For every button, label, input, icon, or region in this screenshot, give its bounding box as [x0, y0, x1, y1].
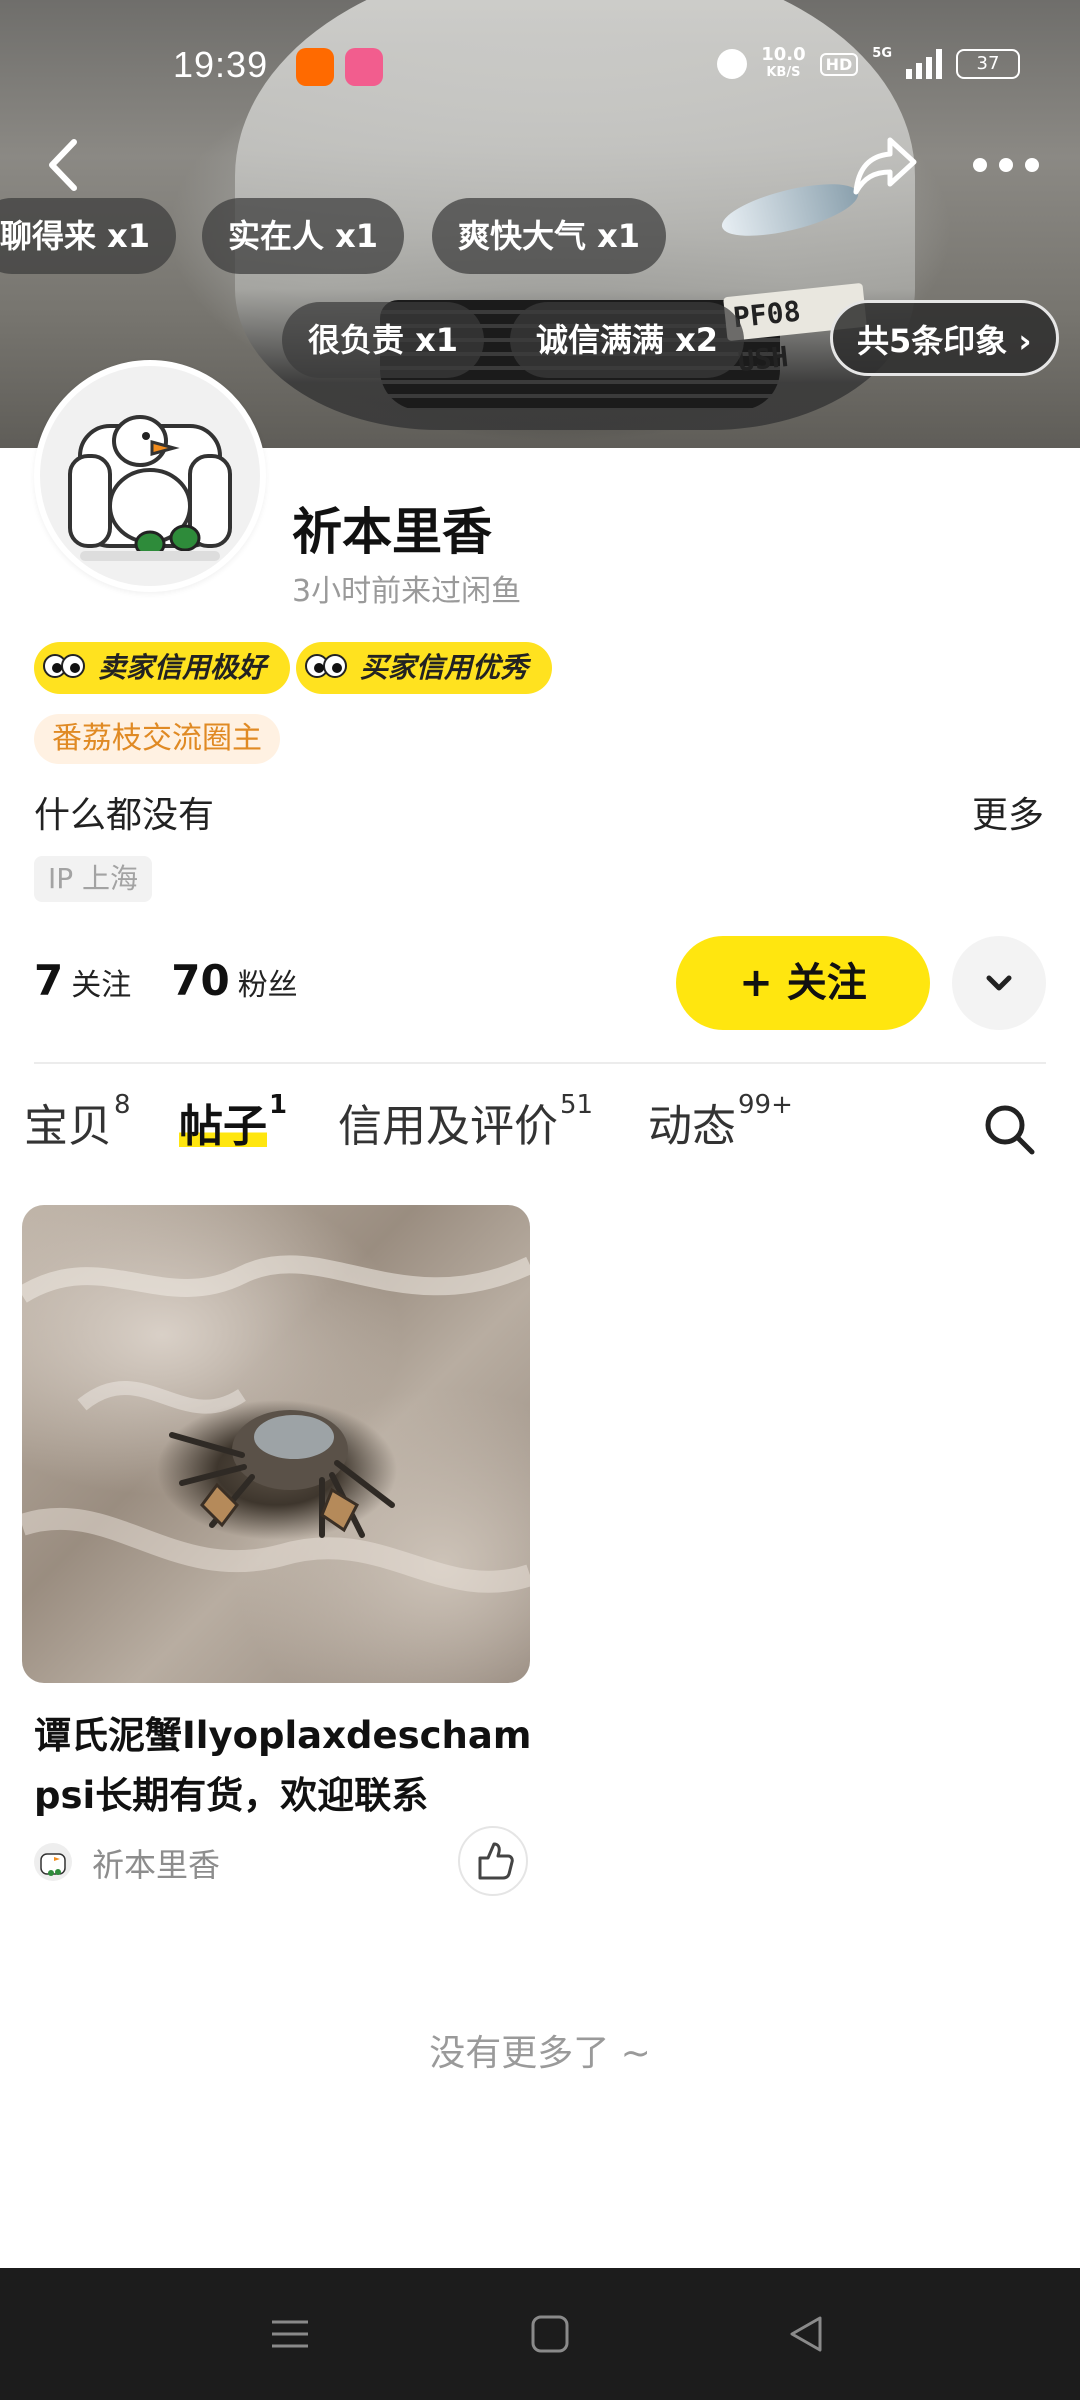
bilibili-notification-icon: [345, 48, 383, 86]
all-impressions-button[interactable]: 共5条印象 ›: [830, 300, 1059, 376]
more-menu-button[interactable]: [966, 145, 1046, 185]
battery-indicator: 37: [956, 49, 1020, 79]
net-speed: 10.0 KB/S: [761, 46, 805, 82]
followers-stat[interactable]: 70 粉丝: [171, 956, 297, 1005]
last-seen-text: 3小时前来过闲鱼: [292, 574, 522, 609]
tab-label: 信用及评价: [338, 1101, 558, 1152]
menu-icon: [272, 2320, 308, 2348]
avatar[interactable]: [34, 360, 266, 592]
no-more-text: 没有更多了 ~: [429, 2033, 651, 2074]
chevron-left-icon: [49, 139, 77, 191]
follow-button[interactable]: + 关注: [676, 936, 930, 1030]
alarm-icon: [717, 49, 748, 79]
profile-username: 祈本里香: [292, 503, 492, 561]
back-nav-button[interactable]: [784, 2312, 828, 2356]
tab-items[interactable]: 宝贝8: [24, 1090, 131, 1154]
tab-count: 8: [114, 1090, 131, 1121]
tab-count: 51: [560, 1090, 594, 1121]
system-navigation-bar: [0, 2268, 1080, 2400]
tab-posts[interactable]: 帖子1: [179, 1090, 287, 1154]
impression-chip[interactable]: 很负责 x1: [282, 302, 485, 378]
net-speed-value: 10.0: [761, 44, 806, 65]
back-triangle-icon: [790, 2316, 822, 2352]
tab-activity[interactable]: 动态99+: [648, 1090, 793, 1154]
circle-owner-tag[interactable]: 番荔枝交流圈主: [34, 714, 280, 764]
post-title[interactable]: 谭氏泥蟹Ilyoplaxdeschampsi长期有货，欢迎联系: [34, 1706, 534, 1826]
back-button[interactable]: [40, 132, 90, 198]
status-bar: 19:39 10.0 KB/S HD 5G 37: [0, 40, 1080, 96]
duck-avatar-icon: [40, 1853, 66, 1876]
profile-tabs: 宝贝8 帖子1 信用及评价51 动态99+: [24, 1090, 1064, 1170]
impression-chip[interactable]: 诚信满满 x2: [510, 302, 745, 378]
follow-stats: 7 关注 70 粉丝: [34, 956, 298, 1005]
home-square-icon: [531, 2315, 569, 2353]
tab-count: 99+: [738, 1090, 793, 1121]
followers-label: 粉丝: [237, 968, 298, 1003]
status-indicators: 10.0 KB/S HD 5G 37: [717, 46, 1020, 82]
buyer-credit-label: 买家信用优秀: [360, 651, 529, 684]
seller-credit-badge[interactable]: 卖家信用极好: [34, 642, 291, 694]
tab-count: 1: [269, 1090, 288, 1121]
menu-nav-button[interactable]: [268, 2312, 312, 2356]
profile-dropdown-button[interactable]: [952, 936, 1046, 1030]
divider: [34, 1062, 1046, 1064]
chevron-down-icon: [986, 975, 1012, 991]
search-button[interactable]: [982, 1102, 1036, 1156]
thumbs-up-icon: [478, 1842, 514, 1880]
impression-chip[interactable]: 爽快大气 x1: [432, 198, 667, 274]
crab-photo: [22, 1255, 530, 1593]
hd-icon: HD: [819, 52, 859, 76]
share-button[interactable]: [850, 132, 920, 198]
network-type: 5G: [872, 46, 892, 61]
post-image[interactable]: [22, 1205, 530, 1683]
signal-icon: [906, 49, 942, 79]
impression-chip[interactable]: 聊得来 x1: [0, 198, 177, 274]
eyes-icon: [43, 654, 85, 678]
share-icon: [853, 137, 917, 195]
impression-chip[interactable]: 实在人 x1: [202, 198, 405, 274]
home-nav-button[interactable]: [528, 2312, 572, 2356]
tab-label: 宝贝: [24, 1101, 112, 1152]
seller-credit-label: 卖家信用极好: [98, 651, 267, 684]
post-author-name: 祈本里香: [92, 1846, 221, 1884]
net-speed-unit: KB/S: [766, 65, 801, 80]
search-icon: [985, 1105, 1035, 1155]
bio-more-link[interactable]: 更多: [972, 786, 1044, 838]
following-count: 7: [34, 956, 64, 1005]
profile-bio: 什么都没有: [34, 795, 215, 836]
following-stat[interactable]: 7 关注: [34, 956, 131, 1005]
duck-avatar-icon: [68, 415, 232, 561]
following-label: 关注: [71, 968, 132, 1003]
like-button[interactable]: [458, 1826, 528, 1896]
post-author-avatar: [34, 1843, 72, 1881]
ip-location-tag: IP 上海: [34, 856, 153, 902]
tab-label: 动态: [648, 1101, 736, 1152]
more-dots-icon: [973, 158, 1039, 172]
eyes-icon: [305, 654, 347, 678]
buyer-credit-badge[interactable]: 买家信用优秀: [296, 642, 553, 694]
status-time: 19:39: [173, 44, 269, 85]
tab-credit-reviews[interactable]: 信用及评价51: [338, 1090, 593, 1154]
app-notification-icon: [296, 48, 334, 86]
followers-count: 70: [171, 956, 230, 1005]
tab-label: 帖子: [179, 1101, 267, 1152]
